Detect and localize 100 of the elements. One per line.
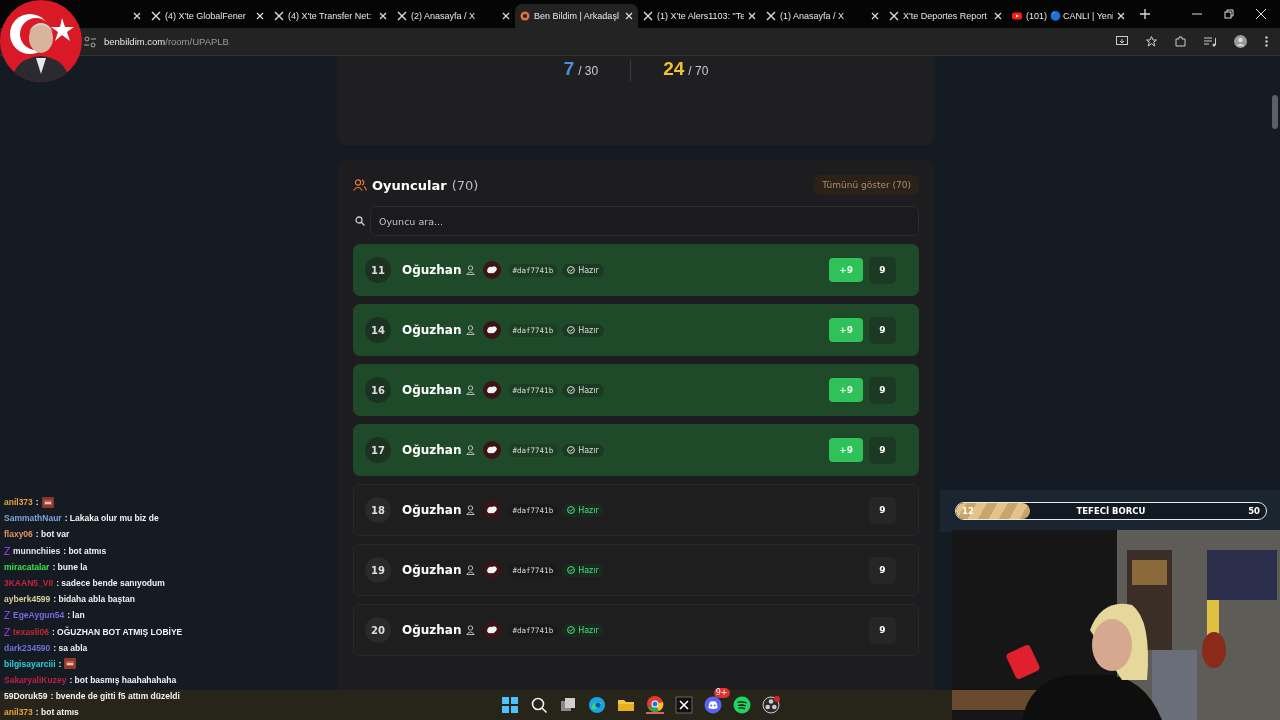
scrollbar-thumb[interactable] <box>1272 95 1278 129</box>
browser-tab[interactable]: (2) Anasayfa / X <box>392 4 515 28</box>
emote-icon <box>64 658 77 670</box>
chat-message: : sadece bende sanıyodum <box>56 576 165 590</box>
browser-icon[interactable] <box>587 696 606 714</box>
chat-username: dark234590 <box>4 641 51 655</box>
rank-badge: 14 <box>365 317 391 343</box>
score-badge: 9 <box>869 496 896 524</box>
player-name: Oğuzhan <box>402 563 462 577</box>
stat-value: 24 <box>663 58 685 80</box>
goal-title: TEFECİ BORCU <box>1076 506 1146 516</box>
close-icon[interactable] <box>994 12 1002 20</box>
chat-username: ayberk4599 <box>4 593 51 607</box>
x-logo-icon <box>643 11 653 21</box>
avatar-icon <box>482 501 501 519</box>
chat-app-icon[interactable] <box>703 696 722 714</box>
star-icon[interactable] <box>1146 36 1157 47</box>
close-icon[interactable] <box>502 12 510 20</box>
player-name: Oğuzhan <box>402 263 462 277</box>
check-circle-icon <box>567 446 576 454</box>
score-badge: 9 <box>869 376 896 404</box>
chat-username: bilgisayarciii <box>4 657 56 671</box>
install-app-icon[interactable] <box>1116 36 1128 47</box>
browser-tab[interactable]: Ben Bildim | Arkadaşl <box>515 4 638 28</box>
chat-username: anil373 <box>4 496 33 509</box>
player-name: Oğuzhan <box>402 503 462 517</box>
x-logo-icon <box>274 11 284 21</box>
chat-username: miracatalar <box>4 560 50 574</box>
ready-status: Hazır <box>562 383 604 397</box>
music-app-icon[interactable] <box>732 696 751 714</box>
chat-username: SammathNaur <box>4 512 62 526</box>
search-icon <box>355 216 365 226</box>
windows-icon[interactable] <box>558 696 577 714</box>
chat-username: 59Doruk59 <box>4 690 48 704</box>
ready-status: Hazır <box>562 623 604 637</box>
search-icon[interactable] <box>529 696 548 714</box>
browser-tab[interactable]: (1) Anasayfa / X <box>761 4 884 28</box>
rank-badge: 11 <box>365 257 391 283</box>
close-icon[interactable] <box>379 12 387 20</box>
address-bar-url[interactable]: benbildim.com/room/UPAPLB <box>104 36 229 47</box>
close-icon[interactable] <box>748 12 756 20</box>
site-logo-icon <box>520 11 530 21</box>
check-circle-icon <box>567 266 576 274</box>
profile-icon[interactable] <box>1234 35 1247 48</box>
close-icon[interactable] <box>133 12 141 20</box>
close-icon[interactable] <box>1256 9 1266 19</box>
stat-total: / 30 <box>578 64 599 78</box>
browser-tab[interactable]: (101) 🔵 CANLI | Yeni <box>1007 4 1130 28</box>
person-icon <box>465 445 475 455</box>
recorder-icon[interactable] <box>761 696 780 714</box>
section-title: Oyuncular <box>372 177 447 193</box>
extensions-icon[interactable] <box>1175 36 1186 47</box>
show-all-button[interactable]: Tümünü göster (70) <box>814 175 919 195</box>
score-badge: 9 <box>869 436 896 464</box>
close-icon[interactable] <box>871 12 879 20</box>
check-circle-icon <box>567 386 576 394</box>
users-icon <box>353 179 367 191</box>
chat-username: EgeAygun54 <box>13 609 65 623</box>
close-icon[interactable] <box>625 12 633 20</box>
rank-badge: 20 <box>365 617 391 643</box>
goal-end: 50 <box>1248 506 1260 516</box>
browser-tab[interactable]: (4) X'te Transfer Net: <box>269 4 392 28</box>
chat-message: : bot var <box>35 528 70 542</box>
x-logo-icon[interactable] <box>674 696 693 714</box>
close-icon[interactable] <box>1117 12 1125 20</box>
video-logo-icon <box>1012 11 1022 21</box>
start-icon[interactable] <box>500 696 519 714</box>
stat-value: 7 <box>563 58 575 80</box>
chat-message: : <box>35 496 39 509</box>
new-tab-icon[interactable] <box>1140 9 1150 19</box>
chat-message: : bvende de gitti f5 attım düzeldi <box>50 690 180 704</box>
check-circle-icon <box>567 566 576 574</box>
check-circle-icon <box>567 326 576 334</box>
chat-message: : bot atmıs <box>35 706 79 720</box>
browser-tab[interactable]: X'te Deportes Report <box>884 4 1007 28</box>
chat-message: : bidaha abla baştan <box>53 593 136 607</box>
site-info-icon[interactable] <box>84 35 96 48</box>
chrome-icon[interactable] <box>645 695 664 713</box>
score-badge: 9 <box>869 316 896 344</box>
browser-tab[interactable]: (4) X'te GlobalFener <box>146 4 269 28</box>
media-controls-icon[interactable] <box>1204 36 1216 47</box>
person-icon <box>465 385 475 395</box>
player-name: Oğuzhan <box>402 323 462 337</box>
chat-username: SakaryaliKuzey <box>4 674 67 688</box>
person-icon <box>465 325 475 335</box>
x-logo-icon <box>889 11 899 21</box>
player-name: Oğuzhan <box>402 623 462 637</box>
chat-message: : bot atmıs <box>63 544 107 558</box>
restore-icon[interactable] <box>1224 9 1234 19</box>
browser-tab[interactable]: (1) X'te Alers1103: "Te <box>638 4 761 28</box>
chat-message: : Lakaka olur mu biz de <box>64 512 159 526</box>
menu-icon[interactable] <box>1265 36 1268 47</box>
chat-message: : OĞUZHAN BOT ATMIŞ LOBİYE <box>51 625 183 639</box>
close-icon[interactable] <box>256 12 264 20</box>
player-name: Oğuzhan <box>402 443 462 457</box>
chat-username: 3KAAN5_VII <box>4 576 54 590</box>
search-field[interactable]: Oyuncu ara... <box>370 206 919 236</box>
score-badge: 9 <box>869 256 896 284</box>
ready-status: Hazır <box>562 443 604 457</box>
goal-start: 12 <box>962 506 974 516</box>
